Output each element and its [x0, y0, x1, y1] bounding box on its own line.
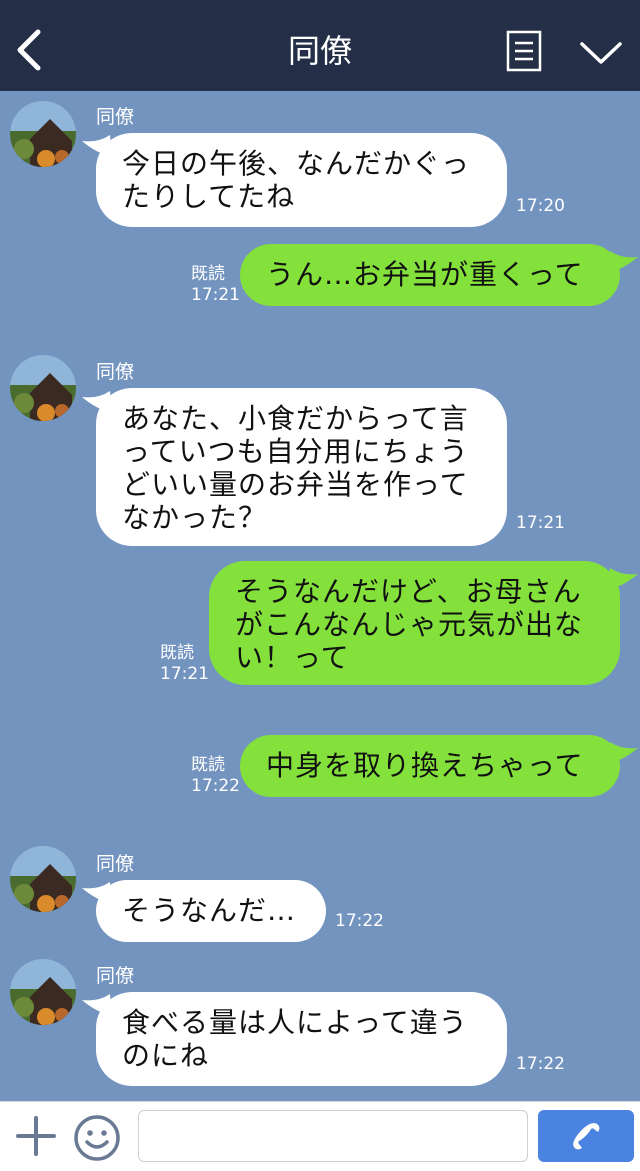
message-bubble-outgoing[interactable]: うん…お弁当が重くって [240, 244, 620, 306]
message-line: っていつも自分用にちょう [122, 435, 469, 468]
sender-name: 同僚 [96, 965, 135, 987]
sender-name: 同僚 [96, 106, 135, 128]
message-line: のにね [122, 1039, 210, 1072]
call-button[interactable] [538, 1110, 634, 1162]
list-icon[interactable] [506, 30, 542, 72]
read-receipt: 既読 17:21 [160, 643, 209, 684]
message-line: がこんなんじゃ元気が出な [235, 608, 584, 641]
smiley-icon[interactable] [73, 1114, 121, 1162]
message-bubble-outgoing[interactable]: そうなんだけど、お母さん がこんなんじゃ元気が出な い！って [209, 561, 620, 685]
message-line: そうなんだ… [122, 894, 297, 927]
message-line: そうなんだけど、お母さん [235, 575, 582, 608]
chat-header: 同僚 [0, 0, 640, 91]
message-time: 17:22 [516, 1054, 565, 1074]
read-receipt: 既読 17:22 [191, 755, 240, 796]
message-line: 食べる量は人によって違う [122, 1006, 468, 1039]
message-line: うん…お弁当が重くって [266, 258, 584, 291]
chat-title: 同僚 [287, 32, 352, 70]
avatar[interactable] [10, 355, 76, 421]
bubble-tail [608, 568, 638, 590]
message-line: たりしてたね [122, 180, 296, 213]
message-input[interactable] [138, 1110, 528, 1162]
message-line: どいい量のお弁当を作って [122, 468, 469, 501]
bubble-tail [608, 251, 638, 273]
message-list[interactable]: 同僚 今日の午後、なんだかぐっ たりしてたね 17:20 既読 17:21 うん… [0, 91, 640, 1101]
sender-name: 同僚 [96, 853, 135, 875]
message-input-bar [0, 1101, 640, 1171]
message-time: 17:20 [516, 196, 565, 216]
avatar-photo-icon [10, 959, 76, 1025]
message-line: あなた、小食だからって言 [122, 402, 469, 435]
sender-name: 同僚 [96, 361, 135, 383]
message-bubble-incoming[interactable]: 今日の午後、なんだかぐっ たりしてたね [96, 133, 507, 227]
message-time: 17:22 [335, 911, 384, 931]
plus-icon[interactable] [14, 1114, 58, 1158]
avatar[interactable] [10, 846, 76, 912]
chevron-down-icon[interactable] [579, 38, 623, 68]
message-line: なかった？ [122, 501, 268, 534]
read-receipt: 既読 17:21 [191, 264, 240, 305]
message-line: 中身を取り換えちゃって [266, 749, 584, 782]
avatar-photo-icon [10, 846, 76, 912]
phone-icon [573, 1123, 600, 1150]
message-time: 17:21 [516, 513, 565, 533]
avatar[interactable] [10, 101, 76, 167]
avatar-photo-icon [10, 355, 76, 421]
message-bubble-incoming[interactable]: 食べる量は人によって違う のにね [96, 992, 507, 1086]
message-bubble-incoming[interactable]: あなた、小食だからって言 っていつも自分用にちょう どいい量のお弁当を作って な… [96, 388, 507, 546]
message-line: い！って [235, 641, 350, 674]
message-bubble-outgoing[interactable]: 中身を取り換えちゃって [240, 735, 620, 797]
bubble-tail [608, 742, 638, 764]
avatar[interactable] [10, 959, 76, 1025]
message-bubble-incoming[interactable]: そうなんだ… [96, 880, 326, 942]
message-line: 今日の午後、なんだかぐっ [122, 147, 471, 180]
avatar-photo-icon [10, 101, 76, 167]
